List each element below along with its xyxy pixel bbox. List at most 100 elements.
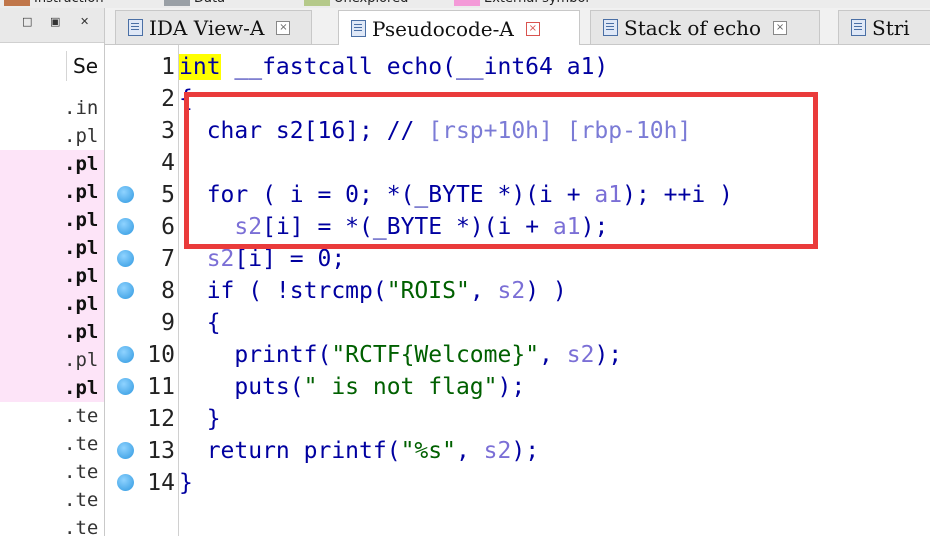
code-line[interactable]: 1 int __fastcall echo(__int64 a1) [105,51,930,83]
legend-swatch [4,0,30,6]
code-line[interactable]: 11 puts(" is not flag"); [105,371,930,403]
segment-row[interactable]: .pl [0,150,104,178]
segment-name: .pl [64,153,99,175]
code-token: s2 [206,246,235,272]
code-token: if ( !strcmp( [179,278,387,304]
segment-name: .in [64,97,99,119]
segment-row[interactable]: .pl [0,374,104,402]
legend-label: Unexplored [334,0,408,6]
segment-name: .pl [64,209,99,231]
line-number: 8 [161,278,175,304]
panel-titlebar: □ ▣ ✕ [0,8,104,43]
segment-row[interactable]: .te [0,402,104,430]
code-token: ); [497,374,526,400]
legend-label: Data [194,0,225,6]
code-token: s2 [497,278,526,304]
pseudocode-icon [351,20,366,37]
segment-row[interactable]: .pl [0,290,104,318]
line-number: 5 [161,182,175,208]
code-token: puts( [179,374,304,400]
segment-row[interactable]: .pl [0,318,104,346]
code-token: "%s" [400,438,456,464]
highlight-annotation-box [184,92,818,249]
code-token: ) ) [525,278,567,304]
strings-icon [851,19,866,36]
tab-label: IDA View-A [149,15,265,40]
code-token: } [179,470,193,496]
segment-row[interactable]: .pl [0,206,104,234]
close-icon[interactable]: ✕ [80,15,89,28]
code-line[interactable]: 14} [105,467,930,499]
disassembly-icon [128,19,143,36]
tab-ida-view[interactable]: IDA View-A × [115,10,312,44]
segment-name: .pl [64,125,99,147]
code-token: , [469,278,498,304]
segment-name: .pl [64,321,99,343]
tab-strings[interactable]: Stri [838,10,930,44]
tab-close-icon[interactable]: × [525,21,540,36]
line-number: 14 [147,470,175,496]
legend-strip: Instruction Data Unexplored External symbol [0,0,930,8]
tab-close-icon[interactable]: × [773,20,788,35]
segment-row[interactable]: .in [0,94,104,122]
code-text: } [179,467,193,499]
code-line[interactable]: 9 { [105,307,930,339]
code-line[interactable]: 8 if ( !strcmp("ROIS", s2) ) [105,275,930,307]
code-token: ); [511,438,540,464]
tab-stack-of-echo[interactable]: Stack of echo × [590,10,820,44]
code-text: } [179,403,221,435]
segment-row[interactable]: .te [0,458,104,486]
line-number: 3 [161,118,175,144]
line-number: 4 [161,150,175,176]
tab-close-icon[interactable]: × [276,20,291,35]
code-token: s2 [566,342,595,368]
code-token: printf( [179,342,332,368]
code-token: } [179,406,221,432]
segment-row[interactable]: .te [0,430,104,458]
code-line[interactable]: 10 printf("RCTF{Welcome}", s2); [105,339,930,371]
legend-swatch [164,0,190,6]
segments-panel: □ ▣ ✕ Se .in .pl .pl .pl .pl .pl .pl .pl .pl .pl.… [0,8,105,539]
segment-row[interactable]: .pl [0,178,104,206]
line-number: 9 [161,310,175,336]
segment-row[interactable]: .pl [0,346,104,374]
code-token: ); [594,342,623,368]
code-text: puts(" is not flag"); [179,371,525,403]
code-token: return printf( [179,438,401,464]
segment-name: .pl [64,293,99,315]
segment-row[interactable]: .te [0,514,104,542]
segment-name: .pl [64,349,99,371]
line-number: 11 [147,374,175,400]
code-token: " is not flag" [303,374,498,400]
segment-name: .te [64,461,99,483]
tab-label: Stri [872,15,910,40]
legend-swatch [304,0,330,6]
stack-icon [603,19,618,36]
segment-row[interactable]: .pl [0,262,104,290]
legend-swatch [454,0,480,6]
code-text: if ( !strcmp("ROIS", s2) ) [179,275,567,307]
code-line[interactable]: 13 return printf("%s", s2); [105,435,930,467]
tab-label: Pseudocode-A [372,16,514,41]
segment-name: .pl [64,237,99,259]
legend-label: Instruction [34,0,104,6]
segment-name: .te [64,433,99,455]
segment-row[interactable]: .pl [0,234,104,262]
line-number: 13 [147,438,175,464]
code-token: { [179,310,221,336]
code-line[interactable]: 12 } [105,403,930,435]
code-token: "ROIS" [386,278,470,304]
code-token: __fastcall echo(__int64 a1) [220,54,609,80]
line-number: 2 [161,86,175,112]
restore-icon[interactable]: □ [22,15,32,28]
code-token: , [455,438,484,464]
segment-row[interactable]: .pl [0,122,104,150]
legend-label: External symbol [484,0,589,6]
tab-pseudocode[interactable]: Pseudocode-A × [338,10,580,46]
segment-row[interactable]: .te [0,486,104,514]
segment-name: .te [64,405,99,427]
segment-name: .te [64,489,99,511]
tab-label: Stack of echo [624,15,762,40]
line-number: 12 [147,406,175,432]
maximize-icon[interactable]: ▣ [50,15,60,28]
